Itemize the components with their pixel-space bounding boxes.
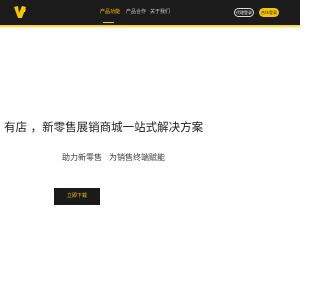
nav-item-product-cooperation[interactable]: 产品合作 (126, 9, 146, 15)
header-accent-band (0, 25, 300, 28)
top-nav-bar: 产品功能 产品合作 关于我们 代理登录 合伙登录 (0, 0, 300, 25)
nav-item-product-features[interactable]: 产品功能 (100, 9, 120, 15)
partner-login-button[interactable]: 合伙登录 (259, 8, 279, 17)
nav-item-about-us[interactable]: 关于我们 (150, 9, 170, 15)
nav-active-underline (103, 22, 114, 23)
brand-logo-icon[interactable] (12, 4, 28, 20)
hero-headline: 有店 ，新零售展销商城一站式解决方案 (4, 120, 204, 134)
agent-login-button[interactable]: 代理登录 (234, 8, 254, 17)
download-now-button[interactable]: 立即下载 (54, 188, 100, 205)
hero-subtitle-1: 助力新零售 (62, 153, 102, 162)
hero-subtitle-2: 为销售终端赋能 (109, 153, 165, 162)
